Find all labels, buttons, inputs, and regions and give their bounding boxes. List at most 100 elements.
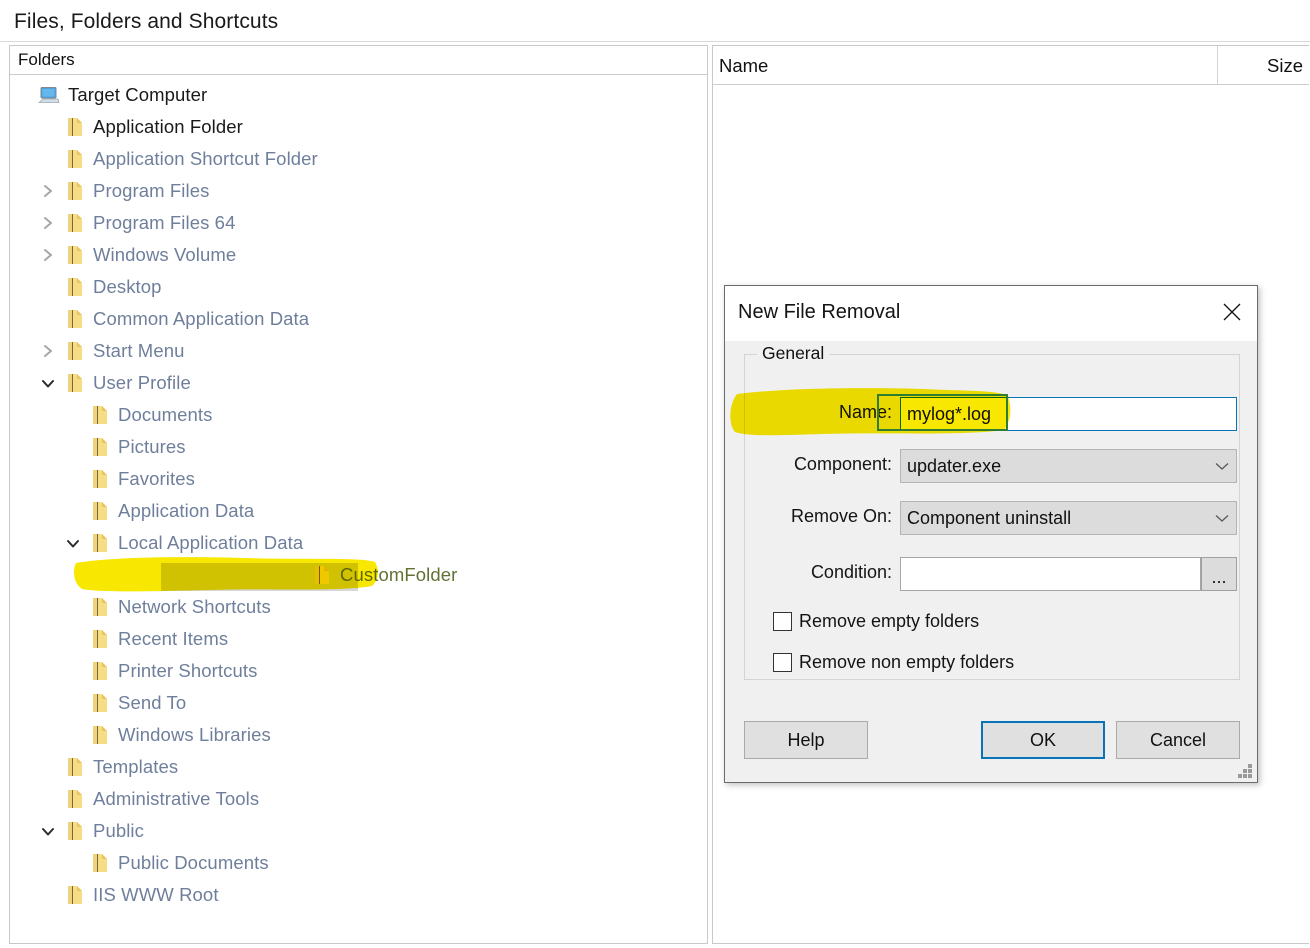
- checkbox-remove-empty-folders[interactable]: Remove empty folders: [773, 611, 979, 632]
- tree-item-templates[interactable]: Templates: [10, 751, 707, 783]
- folder-icon: [61, 885, 87, 905]
- folder-icon: [61, 245, 87, 265]
- tree-item-label: User Profile: [93, 372, 191, 393]
- tree-item-local-application-data[interactable]: Local Application Data: [10, 527, 707, 559]
- tree-item-label: Network Shortcuts: [118, 596, 271, 617]
- tree-item-common-application-data[interactable]: Common Application Data: [10, 303, 707, 335]
- chevron-down-icon[interactable]: [60, 538, 86, 549]
- column-header-divider[interactable]: [1217, 46, 1218, 85]
- tree-item-public[interactable]: Public: [10, 815, 707, 847]
- tree-item-label: Common Application Data: [93, 308, 310, 329]
- chevron-right-icon[interactable]: [35, 248, 61, 262]
- tree-item-customfolder[interactable]: CustomFolder: [10, 559, 707, 591]
- tree-item-target-computer[interactable]: Target Computer: [10, 79, 707, 111]
- tree-item-user-profile[interactable]: User Profile: [10, 367, 707, 399]
- folder-tree[interactable]: Target Computer Application Folder Appli…: [10, 75, 707, 911]
- checkbox-remove-non-empty-folders[interactable]: Remove non empty folders: [773, 652, 1014, 673]
- folder-icon: [61, 149, 87, 169]
- tree-item-public-documents[interactable]: Public Documents: [10, 847, 707, 879]
- folder-icon: [61, 373, 87, 393]
- dialog-name-label: Name:: [838, 402, 892, 422]
- title-divider: [0, 41, 1310, 42]
- tree-item-label: Administrative Tools: [93, 788, 260, 809]
- remove-on-field-row: Remove On: Component uninstall: [745, 501, 1239, 535]
- folder-icon: [86, 469, 112, 489]
- cancel-button[interactable]: Cancel: [1116, 721, 1240, 759]
- dialog-remove-on-value: Component uninstall: [907, 507, 1072, 528]
- tree-item-application-folder[interactable]: Application Folder: [10, 111, 707, 143]
- condition-field-row: Condition: ...: [745, 557, 1239, 591]
- dialog-condition-input[interactable]: [900, 557, 1201, 591]
- tree-item-label: Target Computer: [68, 84, 208, 105]
- checkbox-icon[interactable]: [773, 653, 792, 672]
- chevron-down-icon: [1208, 514, 1236, 523]
- condition-browse-button[interactable]: ...: [1201, 557, 1237, 591]
- tree-item-iis-www-root[interactable]: IIS WWW Root: [10, 879, 707, 911]
- tree-item-documents[interactable]: Documents: [10, 399, 707, 431]
- tree-item-favorites[interactable]: Favorites: [10, 463, 707, 495]
- chevron-right-icon[interactable]: [35, 344, 61, 358]
- folder-icon: [61, 341, 87, 361]
- tree-item-pictures[interactable]: Pictures: [10, 431, 707, 463]
- files-column-header-row: Name Size: [713, 46, 1309, 85]
- chevron-right-icon[interactable]: [35, 184, 61, 198]
- chevron-right-icon[interactable]: [35, 216, 61, 230]
- dialog-name-input[interactable]: mylog*.log: [900, 397, 1237, 431]
- checkbox-icon[interactable]: [773, 612, 792, 631]
- dialog-titlebar: New File Removal: [725, 286, 1257, 341]
- tree-item-label: IIS WWW Root: [93, 884, 219, 905]
- folder-icon: [86, 725, 112, 745]
- tree-item-desktop[interactable]: Desktop: [10, 271, 707, 303]
- folder-icon: [308, 565, 334, 585]
- folder-icon: [61, 117, 87, 137]
- ok-button[interactable]: OK: [981, 721, 1105, 759]
- checkbox-label: Remove empty folders: [799, 611, 980, 631]
- chevron-down-icon[interactable]: [35, 826, 61, 837]
- tree-item-label: Program Files 64: [93, 212, 236, 233]
- folder-icon: [86, 661, 112, 681]
- folder-icon: [61, 757, 87, 777]
- tree-item-program-files[interactable]: Program Files: [10, 175, 707, 207]
- dialog-remove-on-select[interactable]: Component uninstall: [900, 501, 1237, 535]
- tree-item-start-menu[interactable]: Start Menu: [10, 335, 707, 367]
- tree-item-network-shortcuts[interactable]: Network Shortcuts: [10, 591, 707, 623]
- folder-icon: [86, 437, 112, 457]
- tree-item-application-shortcut-folder[interactable]: Application Shortcut Folder: [10, 143, 707, 175]
- new-file-removal-dialog: New File Removal General Name: mylog*.lo…: [724, 285, 1258, 783]
- checkbox-label: Remove non empty folders: [799, 652, 1015, 672]
- chevron-down-icon[interactable]: [35, 378, 61, 389]
- tree-item-label: Templates: [93, 756, 179, 777]
- folder-icon: [86, 405, 112, 425]
- folders-panel: Folders Target Computer Application Fold…: [9, 45, 708, 944]
- tree-item-printer-shortcuts[interactable]: Printer Shortcuts: [10, 655, 707, 687]
- folder-icon: [61, 277, 87, 297]
- tree-item-program-files-64[interactable]: Program Files 64: [10, 207, 707, 239]
- folder-icon: [86, 501, 112, 521]
- tree-item-administrative-tools[interactable]: Administrative Tools: [10, 783, 707, 815]
- tree-item-application-data[interactable]: Application Data: [10, 495, 707, 527]
- resize-grip[interactable]: [1238, 764, 1252, 778]
- tree-item-label: Windows Libraries: [118, 724, 271, 745]
- folder-icon: [61, 309, 87, 329]
- close-icon[interactable]: [1212, 294, 1252, 330]
- tree-item-label: Printer Shortcuts: [118, 660, 258, 681]
- tree-item-windows-volume[interactable]: Windows Volume: [10, 239, 707, 271]
- dialog-component-label: Component:: [793, 454, 892, 474]
- dialog-condition-label: Condition:: [810, 562, 892, 582]
- tree-item-label: Desktop: [93, 276, 162, 297]
- tree-item-recent-items[interactable]: Recent Items: [10, 623, 707, 655]
- tree-item-label: Application Folder: [93, 116, 243, 137]
- dialog-component-select[interactable]: updater.exe: [900, 449, 1237, 483]
- tree-item-windows-libraries[interactable]: Windows Libraries: [10, 719, 707, 751]
- folder-icon: [86, 597, 112, 617]
- folder-icon: [61, 789, 87, 809]
- column-header-name[interactable]: Name: [719, 55, 768, 77]
- tree-item-send-to[interactable]: Send To: [10, 687, 707, 719]
- name-field-row: Name: mylog*.log: [745, 397, 1239, 431]
- help-button[interactable]: Help: [744, 721, 868, 759]
- computer-icon: [36, 86, 62, 105]
- tree-item-label: Windows Volume: [93, 244, 237, 265]
- component-field-row: Component: updater.exe: [745, 449, 1239, 483]
- folders-column-header: Folders: [10, 46, 707, 75]
- column-header-size[interactable]: Size: [1267, 55, 1303, 77]
